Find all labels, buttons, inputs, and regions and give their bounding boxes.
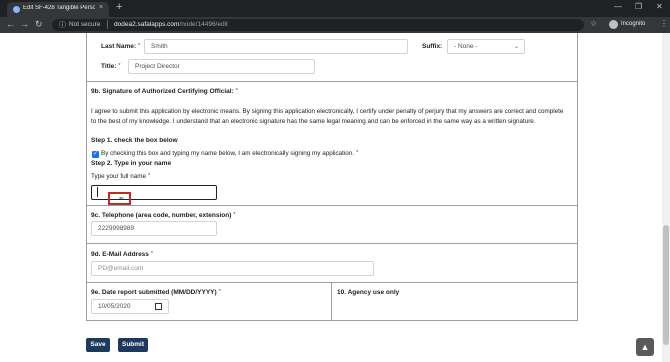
submit-button[interactable]: Submit	[118, 338, 148, 352]
title-input[interactable]: Project Director	[128, 59, 315, 74]
browser-toolbar: ← → ↻ ⓘ Not secure dodea2.safalapps.com/…	[0, 17, 670, 33]
url-path: /node/14496/edit	[179, 21, 228, 28]
security-label: Not secure	[69, 21, 101, 28]
star-icon[interactable]: ☆	[590, 19, 597, 28]
url-text: dodea2.safalapps.com/node/14496/edit	[114, 21, 228, 28]
last-name-label: Last Name: *	[101, 43, 141, 50]
telephone-label: 9c. Telephone (area code, number, extens…	[91, 212, 236, 219]
minimize-icon[interactable]: —	[614, 2, 622, 11]
fullname-label: Type your full name *	[91, 173, 151, 180]
title-label: Title: *	[101, 63, 121, 70]
save-button[interactable]: Save	[86, 338, 110, 352]
browser-tab[interactable]: Edit SF-428 Tangible Personal Pr... ×	[7, 2, 109, 17]
date-value: 10/05/2020	[98, 303, 131, 310]
url-divider	[107, 20, 108, 29]
form-card	[86, 33, 578, 321]
favicon-icon	[13, 6, 20, 13]
tab-close-icon[interactable]: ×	[99, 4, 103, 11]
back-icon[interactable]: ←	[6, 19, 15, 29]
maximize-icon[interactable]: ❐	[635, 2, 642, 11]
step1-label: Step 1. check the box below	[91, 137, 178, 144]
back-to-top-button[interactable]: ▲	[636, 338, 654, 356]
checkbox-label: By checking this box and typing my name …	[101, 150, 359, 157]
address-bar[interactable]: ⓘ Not secure dodea2.safalapps.com/node/1…	[52, 19, 584, 31]
url-host: dodea2.safalapps.com	[114, 21, 180, 28]
suffix-selected: - None -	[454, 43, 478, 50]
chevron-down-icon: ⌄	[513, 44, 519, 50]
forward-icon[interactable]: →	[20, 19, 29, 29]
calendar-icon[interactable]	[155, 303, 162, 310]
section-divider	[86, 81, 578, 82]
last-name-input[interactable]: Smith	[144, 39, 408, 54]
incognito-icon	[609, 20, 618, 29]
section-divider	[86, 205, 578, 206]
tab-bar: Edit SF-428 Tangible Personal Pr... × + …	[0, 0, 670, 17]
incognito-label: Incognito	[621, 21, 646, 27]
section-divider	[86, 243, 578, 244]
date-label: 9e. Date report submitted (MM/DD/YYYY) *	[91, 289, 221, 296]
signature-heading: 9b. Signature of Authorized Certifying O…	[91, 88, 238, 95]
tab-title: Edit SF-428 Tangible Personal Pr...	[23, 5, 95, 11]
reload-icon[interactable]: ↻	[35, 19, 43, 30]
agency-label: 10. Agency use only	[337, 289, 400, 296]
text-caret	[97, 187, 98, 197]
info-icon[interactable]: ⓘ	[59, 20, 66, 30]
column-divider	[331, 282, 332, 321]
pointer-cursor-icon: ⇐	[119, 196, 125, 202]
email-label: 9d. E-Mail Address *	[91, 251, 154, 258]
menu-icon[interactable]: ⋮	[660, 19, 668, 28]
section-divider	[86, 282, 578, 283]
agreement-text: I agree to submit this application by el…	[91, 108, 564, 125]
email-input[interactable]: PD@email.com	[91, 261, 374, 276]
signature-checkbox[interactable]: ✓	[92, 151, 99, 158]
step2-label: Step 2. Type in your name	[91, 160, 172, 167]
window-close-icon[interactable]: ✕	[656, 2, 663, 11]
telephone-input[interactable]: 2229998989	[91, 221, 217, 236]
suffix-select[interactable]: - None - ⌄	[447, 39, 525, 54]
suffix-label: Suffix:	[422, 43, 443, 50]
date-input[interactable]: 10/05/2020	[91, 299, 169, 314]
new-tab-button[interactable]: +	[116, 1, 122, 13]
page-content: Last Name: * Smith Suffix: - None - ⌄ Tit…	[0, 33, 662, 362]
scrollbar-thumb[interactable]	[663, 225, 669, 345]
